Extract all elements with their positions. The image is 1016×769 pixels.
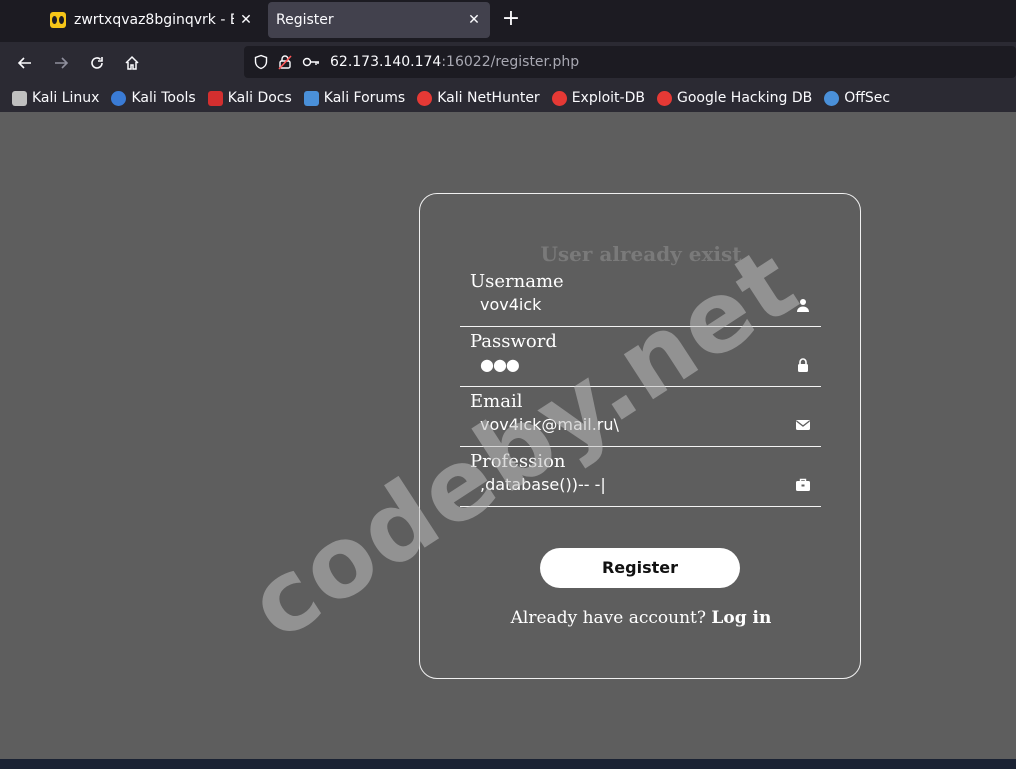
bookmark-kali-linux[interactable]: Kali Linux [12,90,99,106]
email-input[interactable]: vov4ick@mail.ru\ [480,415,619,434]
insecure-lock-icon[interactable] [274,52,296,72]
page-content: User already exist Username vov4ick Pass… [0,112,1016,759]
profession-input[interactable]: ,database())-- -| [480,475,606,494]
status-message: User already exist [540,242,742,266]
shield-icon[interactable] [250,52,272,72]
close-icon[interactable]: ✕ [462,12,486,28]
reload-icon [91,57,103,69]
arrow-right-icon [55,57,69,69]
bookmark-kali-nethunter[interactable]: Kali NetHunter [417,90,540,106]
bookmark-kali-tools[interactable]: Kali Tools [111,90,196,106]
login-link[interactable]: Log in [711,608,771,628]
briefcase-icon [796,478,810,491]
home-icon [125,55,139,70]
password-label: Password [470,331,557,352]
username-input[interactable]: vov4ick [480,295,541,314]
username-field[interactable]: Username vov4ick [460,271,821,327]
tab-title: zwrtxqvaz8bginqvrk - Bug [74,12,234,28]
tab-register[interactable]: Register ✕ [268,2,490,38]
forward-button[interactable] [48,50,74,76]
ghdb-icon [656,90,672,106]
kali-docs-icon [207,90,223,106]
tab-strip: zwrtxqvaz8bginqvrk - Bug ✕ Register ✕ + [0,0,1016,42]
bookmark-kali-forums[interactable]: Kali Forums [303,90,405,106]
key-icon[interactable] [300,52,322,72]
login-prompt: Already have account? Log in [510,608,772,628]
kali-tools-icon [111,90,127,106]
profession-field[interactable]: Profession ,database())-- -| [460,451,821,507]
lock-icon [798,358,808,372]
kali-dragon-icon [12,90,27,106]
url-text[interactable]: 62.173.140.174:16022/register.php [330,54,579,70]
back-button[interactable] [12,50,38,76]
taskbar-edge [0,759,1016,769]
bookmark-ghdb[interactable]: Google Hacking DB [656,90,812,106]
bookmark-kali-docs[interactable]: Kali Docs [207,90,292,106]
email-field[interactable]: Email vov4ick@mail.ru\ [460,391,821,447]
email-label: Email [470,391,523,412]
register-card: User already exist Username vov4ick Pass… [419,193,861,679]
close-icon[interactable]: ✕ [234,12,258,28]
reload-button[interactable] [84,50,110,76]
new-tab-button[interactable]: + [500,8,522,32]
envelope-icon [796,420,810,430]
bookmark-offsec[interactable]: OffSec [824,90,890,106]
password-field[interactable]: Password ●●● [460,331,821,387]
nethunter-icon [417,90,433,106]
offsec-icon [824,90,840,106]
url-bar[interactable]: 62.173.140.174:16022/register.php [244,46,1016,78]
exploit-db-icon [551,90,567,106]
bookmarks-toolbar: Kali Linux Kali Tools Kali Docs Kali For… [0,84,1016,112]
profession-label: Profession [470,451,566,472]
tab-title: Register [276,12,334,28]
bookmark-exploit-db[interactable]: Exploit-DB [551,90,645,106]
kali-forums-icon [303,90,319,106]
password-input[interactable]: ●●● [480,355,520,374]
arrow-left-icon [17,57,31,69]
user-icon [797,299,809,312]
home-button[interactable] [119,50,145,76]
username-label: Username [470,271,564,292]
bug-icon [50,12,66,28]
register-button[interactable]: Register [540,548,740,588]
tab-bug[interactable]: zwrtxqvaz8bginqvrk - Bug ✕ [40,2,262,38]
nav-toolbar: 62.173.140.174:16022/register.php [0,42,1016,84]
